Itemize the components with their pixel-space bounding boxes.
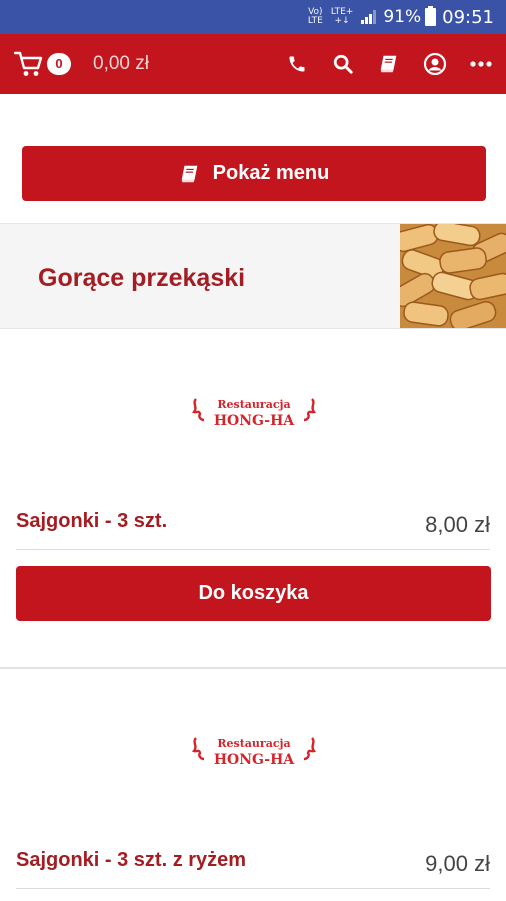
product-name: Sajgonki - 3 szt. z ryżem <box>16 849 247 871</box>
cart-count-badge: 0 <box>47 53 71 75</box>
category-title: Gorące przekąski <box>38 264 246 292</box>
product-card: Restauracja HONG-HA Sajgonki - 3 szt. z … <box>0 668 506 901</box>
network-indicator: Vo) LTE <box>307 7 323 26</box>
svg-text:HONG-HA: HONG-HA <box>214 413 295 429</box>
restaurant-logo: Restauracja HONG-HA <box>191 398 317 429</box>
svg-text:Restauracja: Restauracja <box>217 737 290 750</box>
cart-icon <box>14 51 43 76</box>
show-menu-button[interactable]: Pokaż menu <box>22 146 486 201</box>
signal-icon <box>361 10 377 24</box>
lte-indicator: LTE+ +↓ <box>330 7 354 26</box>
svg-text:Restauracja: Restauracja <box>217 398 290 411</box>
clock: 09:51 <box>442 6 494 28</box>
battery-icon <box>425 6 437 26</box>
add-to-cart-button[interactable]: Do koszyka <box>16 566 491 621</box>
cart-button[interactable]: 0 <box>14 50 71 78</box>
product-price: 9,00 zł <box>425 851 490 876</box>
restaurant-logo: Restauracja HONG-HA <box>191 737 317 768</box>
show-menu-label: Pokaż menu <box>212 162 330 184</box>
app-header: 0 0,00 zł <box>0 34 506 94</box>
book-icon <box>179 163 201 185</box>
divider <box>16 549 490 550</box>
svg-text:HONG-HA: HONG-HA <box>214 752 295 768</box>
product-card: Restauracja HONG-HA Sajgonki - 3 szt. 8,… <box>0 330 506 668</box>
phone-icon[interactable] <box>284 51 310 77</box>
battery-level: 91% <box>383 7 422 27</box>
product-name: Sajgonki - 3 szt. <box>16 510 168 532</box>
book-icon[interactable] <box>376 51 402 77</box>
account-icon[interactable] <box>422 51 448 77</box>
category-header[interactable]: Gorące przekąski <box>0 223 506 329</box>
product-price: 8,00 zł <box>425 512 490 537</box>
category-image <box>400 224 506 328</box>
search-icon[interactable] <box>330 51 356 77</box>
divider <box>16 888 490 889</box>
cart-total: 0,00 zł <box>93 53 149 74</box>
more-icon[interactable] <box>468 51 494 77</box>
status-bar: Vo) LTE LTE+ +↓ 91% 09:51 <box>0 0 506 34</box>
